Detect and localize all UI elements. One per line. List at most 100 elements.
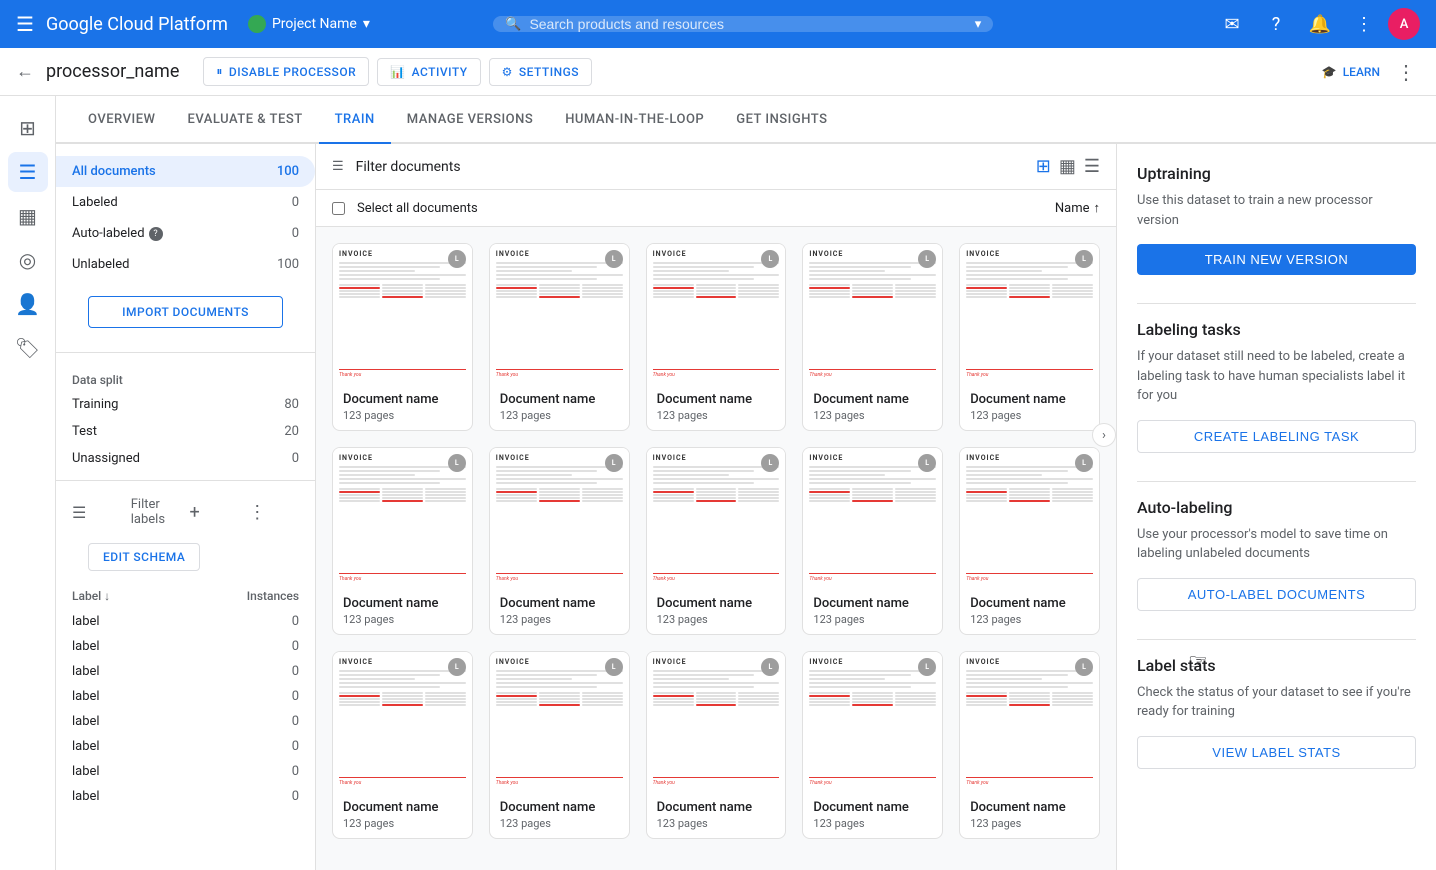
view-list-button[interactable]: ☰ [1084,156,1100,177]
settings-icon: ⚙ [502,65,513,79]
doc-thumbnail: L INVOICE [647,244,786,384]
labeling-tasks-title: Labeling tasks [1137,320,1416,339]
doc-thumbnail: L INVOICE [333,448,472,588]
document-card[interactable]: L INVOICE [959,447,1100,635]
view-grid-large-button[interactable]: ▦ [1059,156,1076,177]
project-name: Project Name [272,16,357,32]
filter-all-documents[interactable]: All documents 100 [56,156,315,187]
filter-labeled[interactable]: Labeled 0 [56,187,315,218]
document-card[interactable]: L INVOICE [332,651,473,839]
hamburger-icon[interactable]: ☰ [16,12,34,36]
document-card[interactable]: L INVOICE [959,243,1100,431]
tab-manage-versions[interactable]: MANAGE VERSIONS [391,96,549,144]
doc-pages: 123 pages [970,817,1089,830]
label-stats-title: Label stats [1137,656,1416,675]
split-test: Test 20 [56,418,315,445]
filter-unlabeled[interactable]: Unlabeled 100 [56,249,315,280]
search-bar[interactable]: 🔍 ▾ [493,16,993,32]
document-card[interactable]: L INVOICE [332,447,473,635]
sidebar-item-grid[interactable]: ▦ [8,196,48,236]
search-icon: 🔍 [505,17,521,32]
label-row[interactable]: label0 [56,734,315,759]
label-row[interactable]: label0 [56,784,315,809]
sort-control[interactable]: Name ↑ [1055,200,1100,216]
doc-name: Document name [657,392,776,407]
label-row[interactable]: label0 [56,609,315,634]
import-documents-button[interactable]: IMPORT DOCUMENTS [88,296,283,328]
train-new-version-button[interactable]: TRAIN NEW VERSION [1137,244,1416,275]
label-row[interactable]: label0 [56,759,315,784]
settings-button[interactable]: ⚙ SETTINGS [489,58,593,86]
sidebar-item-list[interactable]: ☰ [8,152,48,192]
document-card[interactable]: L INVOICE [802,447,943,635]
tab-evaluate-test[interactable]: EVALUATE & TEST [171,96,318,144]
view-grid-small-button[interactable]: ⊞ [1036,156,1051,177]
view-label-stats-button[interactable]: VIEW LABEL STATS [1137,736,1416,769]
document-card[interactable]: L INVOICE [489,651,630,839]
select-all-checkbox[interactable] [332,202,345,215]
notification-icon[interactable]: 🔔 [1300,4,1340,44]
document-card[interactable]: L INVOICE [646,447,787,635]
top-navigation: ☰ Google Cloud Platform Project Name ▾ 🔍… [0,0,1436,48]
tab-get-insights[interactable]: GET INSIGHTS [720,96,843,144]
more-menu-button[interactable]: ⋮ [1392,56,1420,88]
tab-overview[interactable]: OVERVIEW [72,96,171,144]
doc-thumbnail: L INVOICE [960,244,1099,384]
learn-button[interactable]: 🎓 LEARN [1322,65,1380,79]
sidebar-item-user[interactable]: 👤 [8,284,48,324]
doc-name: Document name [813,596,932,611]
help-icon[interactable]: ? [1256,4,1296,44]
disable-processor-button[interactable]: ⏸ DISABLE PROCESSOR [203,57,369,86]
document-card[interactable]: L INVOICE [332,243,473,431]
tab-human-in-the-loop[interactable]: HUMAN-IN-THE-LOOP [549,96,720,144]
edit-schema-button[interactable]: EDIT SCHEMA [88,543,200,571]
project-chevron-icon: ▾ [363,16,370,32]
sidebar-item-analytics[interactable]: ◎ [8,240,48,280]
create-labeling-task-button[interactable]: CREATE LABELING TASK [1137,420,1416,453]
document-card[interactable]: L INVOICE [646,651,787,839]
doc-pages: 123 pages [813,613,932,626]
doc-thumbnail: L INVOICE [647,652,786,792]
sidebar-item-dashboard[interactable]: ⊞ [8,108,48,148]
doc-pages: 123 pages [343,409,462,422]
project-dot-icon [248,15,266,33]
filter-auto-labeled[interactable]: Auto-labeled ? 0 [56,218,315,249]
panel-divider-1 [1137,303,1416,304]
project-selector[interactable]: Project Name ▾ [240,11,378,37]
document-card[interactable]: L INVOICE [646,243,787,431]
uptraining-description: Use this dataset to train a new processo… [1137,191,1416,230]
doc-thumbnail: L INVOICE [803,448,942,588]
auto-labeling-title: Auto-labeling [1137,498,1416,517]
more-labels-icon[interactable]: ⋮ [248,502,299,523]
filter-toolbar-icon[interactable]: ☰ [332,159,344,174]
mail-icon[interactable]: ✉ [1212,4,1252,44]
label-row[interactable]: label0 [56,684,315,709]
labeling-tasks-description: If your dataset still need to be labeled… [1137,347,1416,406]
label-row[interactable]: label0 [56,709,315,734]
document-card[interactable]: L INVOICE [489,243,630,431]
learn-icon: 🎓 [1322,65,1337,79]
doc-pages: 123 pages [970,613,1089,626]
sidebar-item-tag[interactable]: 🏷 [8,328,48,368]
back-button[interactable]: ← [16,61,34,82]
document-card[interactable]: L INVOICE [959,651,1100,839]
document-card[interactable]: L INVOICE [802,243,943,431]
side-icon-bar: ⊞ ☰ ▦ ◎ 👤 🏷 [0,96,56,870]
activity-button[interactable]: 📊 ACTIVITY [377,58,480,86]
search-input[interactable] [529,16,966,32]
split-training: Training 80 [56,391,315,418]
doc-pages: 123 pages [500,409,619,422]
document-card[interactable]: L INVOICE [802,651,943,839]
auto-label-documents-button[interactable]: AUTO-LABEL DOCUMENTS [1137,578,1416,611]
doc-thumbnail: L INVOICE [490,448,629,588]
tab-train[interactable]: TRAIN [319,96,391,144]
more-options-icon[interactable]: ⋮ [1344,4,1384,44]
label-row[interactable]: label0 [56,659,315,684]
add-label-icon[interactable]: + [190,502,241,523]
document-card[interactable]: L INVOICE [489,447,630,635]
badge-icon: L [448,658,466,676]
toolbar-view-controls: ⊞ ▦ ☰ [1036,156,1100,177]
right-panel: › Uptraining Use this dataset to train a… [1116,144,1436,870]
label-row[interactable]: label0 [56,634,315,659]
avatar[interactable]: A [1388,8,1420,40]
